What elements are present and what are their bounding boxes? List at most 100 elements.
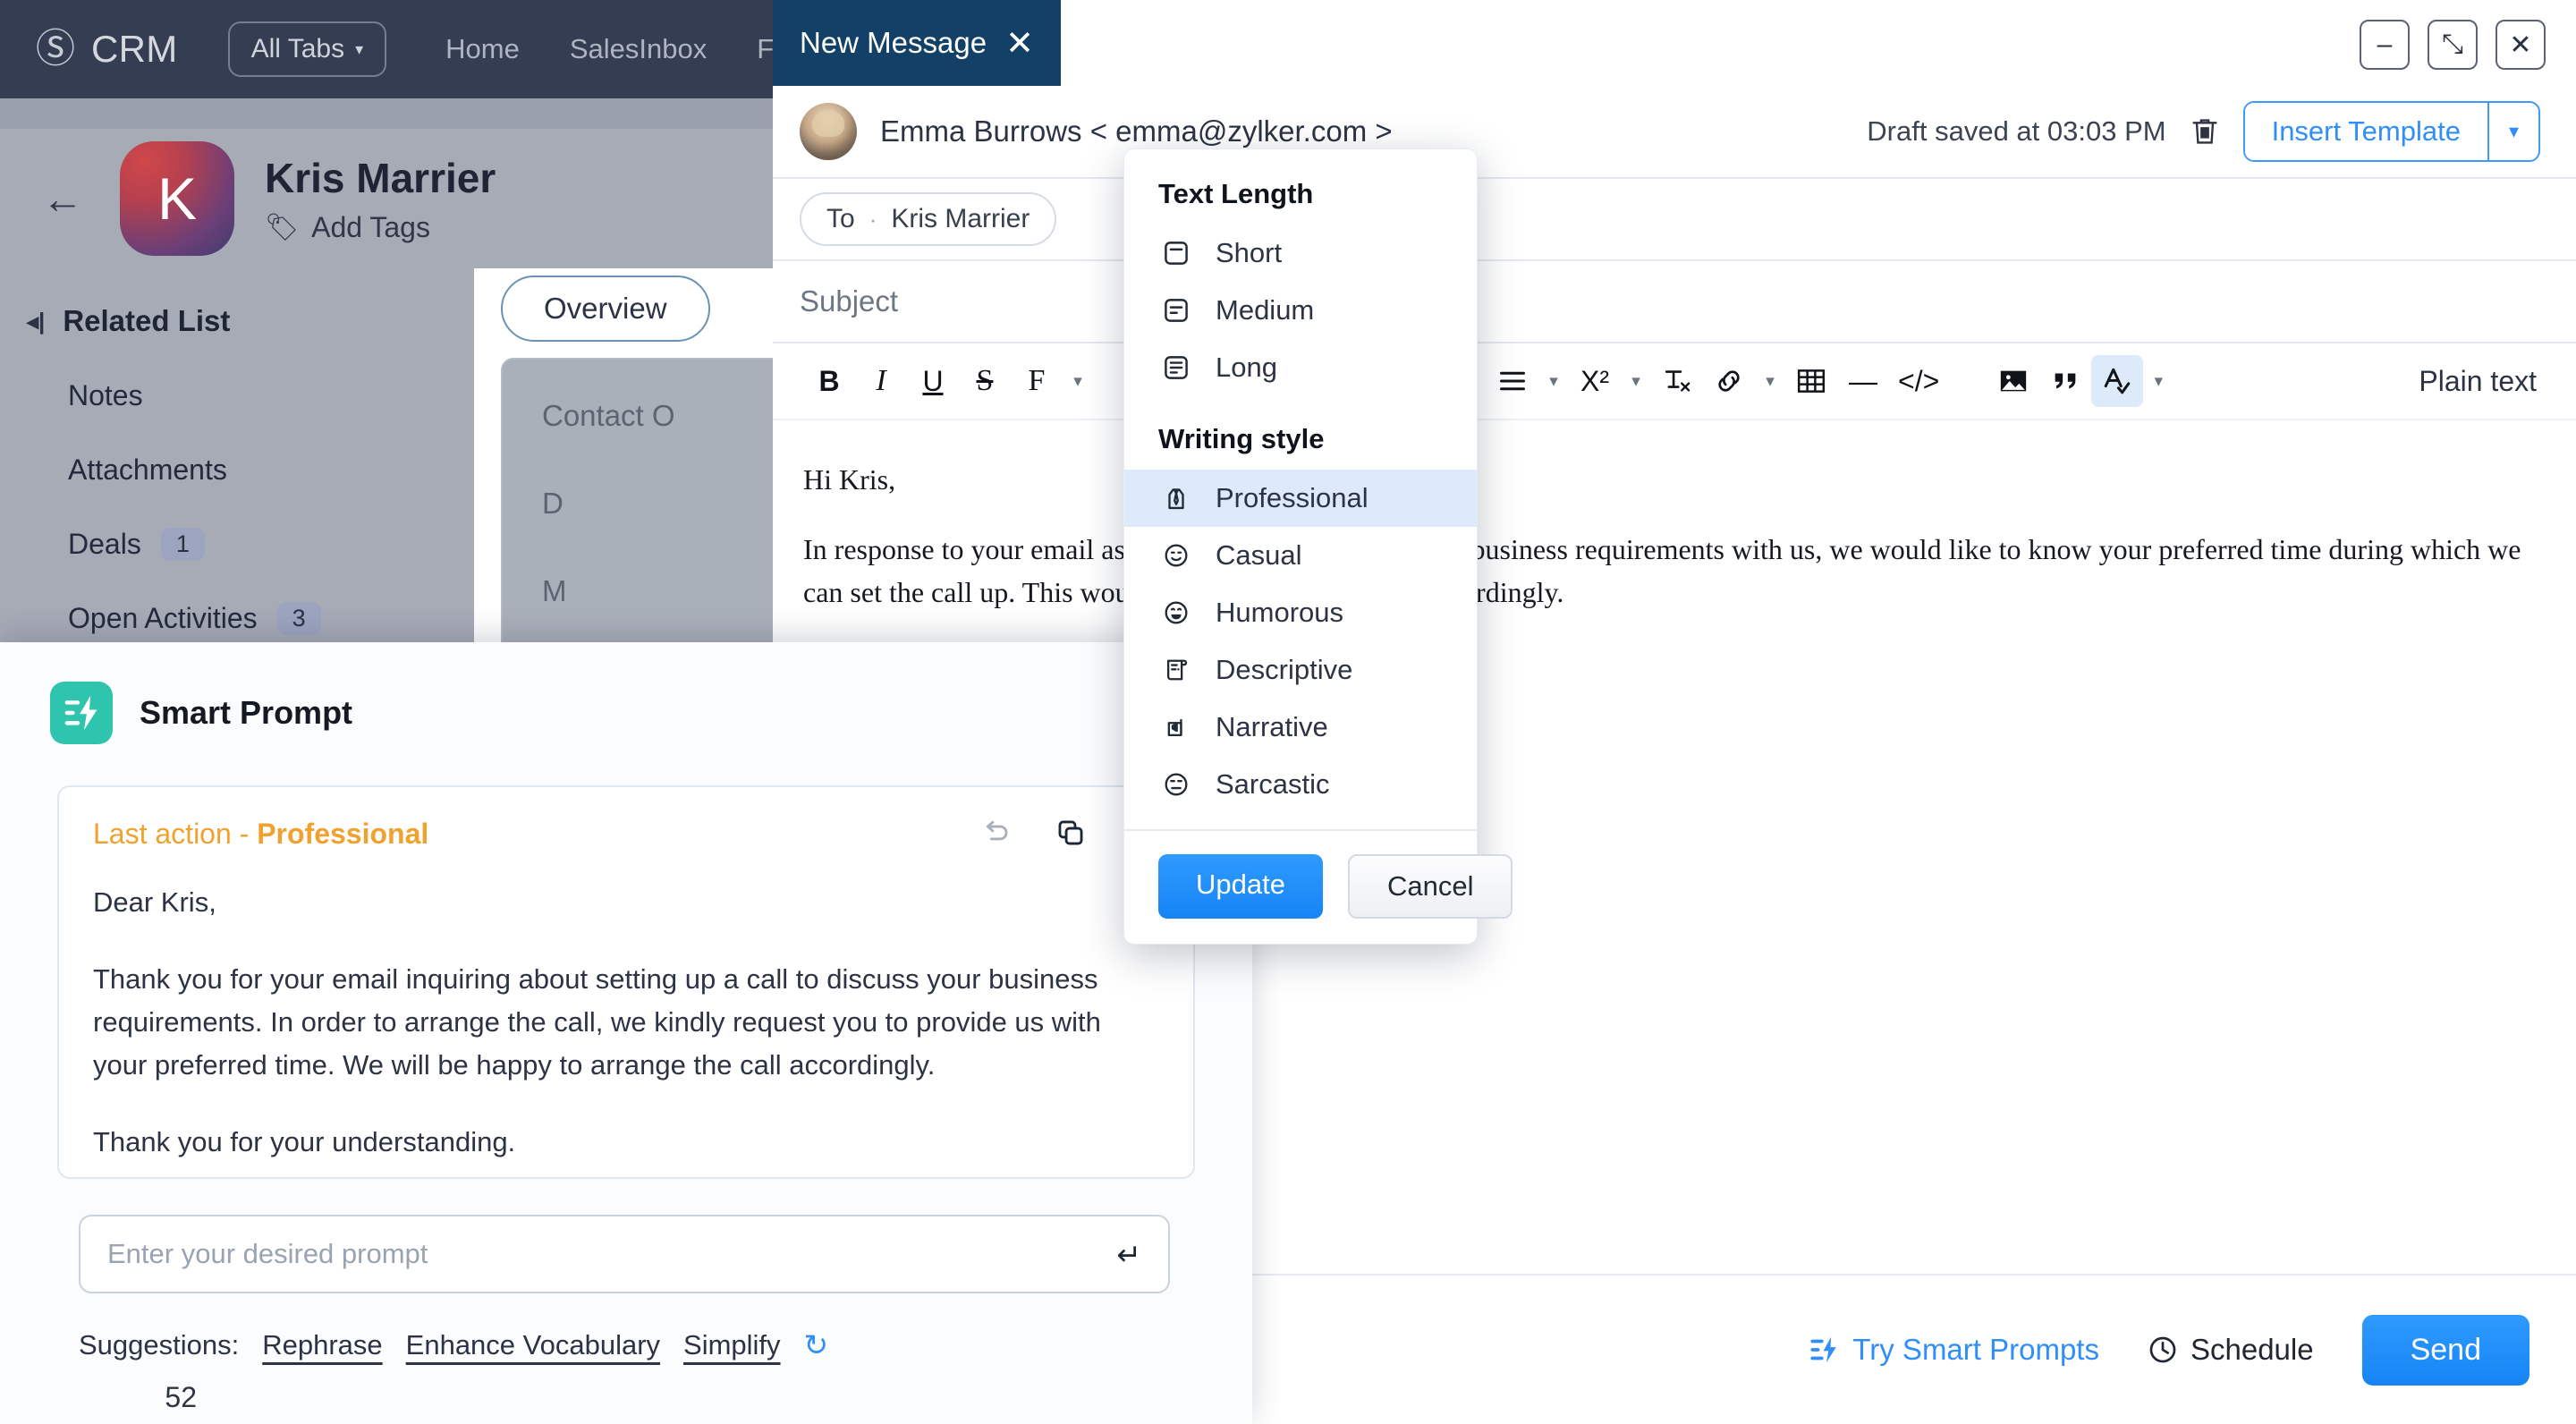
- minimize-button[interactable]: –: [2360, 20, 2410, 70]
- cancel-button[interactable]: Cancel: [1347, 854, 1513, 919]
- link-icon[interactable]: [1703, 355, 1755, 407]
- doc-medium-icon: [1158, 297, 1194, 324]
- page-title: Kris Marrier: [265, 154, 496, 201]
- clear-format-icon[interactable]: [1651, 355, 1703, 407]
- copy-icon[interactable]: [1055, 818, 1086, 848]
- megaphone-icon: [1158, 714, 1194, 741]
- record-meta: Kris Marrier 🏷 Add Tags: [265, 154, 496, 244]
- suggestion-rephrase[interactable]: Rephrase: [262, 1329, 382, 1361]
- all-tabs-dropdown[interactable]: All Tabs ▾: [227, 21, 387, 77]
- code-button[interactable]: </>: [1889, 355, 1948, 407]
- clock-icon: [2148, 1335, 2178, 1365]
- screen: Ⓢ CRM All Tabs ▾ Home SalesInbox Feeds ←…: [0, 0, 2576, 1424]
- suggestion-simplify[interactable]: Simplify: [683, 1329, 781, 1361]
- try-smart-prompts-button[interactable]: Try Smart Prompts: [1809, 1333, 2099, 1367]
- horizontal-rule-button[interactable]: —: [1837, 355, 1889, 407]
- to-recipient-chip[interactable]: To · Kris Marrier: [800, 192, 1057, 246]
- sidebar-item-attachments[interactable]: Attachments: [27, 453, 474, 487]
- prompt-placeholder: Enter your desired prompt: [107, 1238, 428, 1269]
- doc-long-icon: [1158, 354, 1194, 381]
- send-button[interactable]: Send: [2361, 1314, 2529, 1386]
- suggestions-row: Suggestions: Rephrase Enhance Vocabulary…: [79, 1327, 828, 1362]
- last-action-value: Professional: [257, 818, 429, 850]
- image-icon[interactable]: [1987, 355, 2039, 407]
- smart-prompt-input-wrap: Enter your desired prompt ↵: [79, 1215, 1170, 1293]
- menu-item-label: Casual: [1216, 539, 1302, 571]
- sender-field[interactable]: Emma Burrows < emma@zylker.com >: [880, 114, 1393, 148]
- ai-menu-footer: Update Cancel: [1124, 829, 1513, 944]
- subject-input[interactable]: Subject: [773, 261, 2576, 343]
- last-action-label: Last action - Professional: [93, 818, 428, 851]
- menu-item-sarcastic[interactable]: Sarcastic: [1124, 756, 1477, 813]
- insert-template-caret-icon[interactable]: ▾: [2487, 103, 2538, 160]
- menu-item-casual[interactable]: Casual: [1124, 527, 1477, 584]
- undo-icon[interactable]: [980, 818, 1013, 847]
- chevron-down-icon[interactable]: ▾: [1063, 355, 1093, 407]
- text-length-header: Text Length: [1158, 178, 1314, 209]
- smart-prompt-panel: Smart Prompt 52 Last action - Profession…: [0, 642, 1252, 1424]
- quote-icon[interactable]: [2039, 355, 2091, 407]
- schedule-label: Schedule: [2190, 1333, 2314, 1366]
- suggestion-enhance-vocabulary[interactable]: Enhance Vocabulary: [406, 1329, 660, 1361]
- plain-text-button[interactable]: Plain text: [2410, 355, 2546, 407]
- sidebar-item-deals[interactable]: Deals 1: [27, 528, 474, 561]
- chevron-down-icon[interactable]: ▾: [1621, 355, 1651, 407]
- menu-item-short[interactable]: Short: [1124, 225, 1477, 282]
- back-arrow-icon[interactable]: ←: [36, 174, 89, 223]
- restore-button[interactable]: ⤡: [2428, 20, 2478, 70]
- enter-icon[interactable]: ↵: [1116, 1237, 1141, 1272]
- nav-item-home[interactable]: Home: [445, 33, 520, 65]
- collapse-icon[interactable]: ◂|: [27, 308, 45, 335]
- chevron-down-icon[interactable]: ▾: [2143, 355, 2174, 407]
- smart-prompt-count: 52: [165, 1381, 197, 1413]
- doc-short-icon: [1158, 240, 1194, 267]
- subject-placeholder: Subject: [800, 284, 899, 318]
- insert-template-button[interactable]: Insert Template: [2244, 103, 2487, 160]
- trash-icon[interactable]: [2190, 115, 2220, 148]
- sender-avatar: [800, 103, 857, 160]
- close-icon[interactable]: ✕: [1005, 23, 1034, 64]
- refresh-icon[interactable]: ↻: [804, 1327, 829, 1362]
- nav-item-salesinbox[interactable]: SalesInbox: [570, 33, 707, 65]
- menu-item-label: Sarcastic: [1216, 768, 1330, 800]
- menu-item-long[interactable]: Long: [1124, 339, 1477, 396]
- suggestions-label: Suggestions:: [79, 1328, 240, 1360]
- spellcheck-icon[interactable]: [2091, 355, 2144, 407]
- menu-item-medium[interactable]: Medium: [1124, 282, 1477, 339]
- tab-overview[interactable]: Overview: [501, 275, 710, 342]
- last-action-prefix: Last action -: [93, 818, 258, 850]
- sidebar-item-notes[interactable]: Notes: [27, 379, 474, 412]
- sidebar-item-label: Attachments: [68, 453, 227, 486]
- strikethrough-button[interactable]: S: [959, 355, 1011, 407]
- menu-item-descriptive[interactable]: Descriptive: [1124, 641, 1477, 699]
- chevron-down-icon[interactable]: ▾: [1755, 355, 1785, 407]
- table-icon[interactable]: [1785, 355, 1837, 407]
- add-tags-label: Add Tags: [311, 210, 430, 243]
- menu-item-narrative[interactable]: Narrative: [1124, 699, 1477, 756]
- sidebar-item-label: Notes: [68, 379, 143, 411]
- crm-logo[interactable]: Ⓢ CRM: [36, 28, 178, 71]
- add-tags-button[interactable]: 🏷 Add Tags: [265, 211, 496, 244]
- try-smart-prompts-label: Try Smart Prompts: [1852, 1333, 2099, 1366]
- prompt-input[interactable]: Enter your desired prompt ↵: [79, 1215, 1170, 1293]
- chevron-down-icon[interactable]: ▾: [1538, 355, 1569, 407]
- close-button[interactable]: ✕: [2496, 20, 2546, 70]
- compose-tab-new-message[interactable]: New Message ✕: [773, 0, 1061, 86]
- menu-item-professional[interactable]: Professional: [1124, 470, 1477, 527]
- bold-button[interactable]: B: [803, 355, 855, 407]
- draft-status: Draft saved at 03:03 PM: [1867, 115, 2166, 147]
- align-icon[interactable]: [1487, 355, 1538, 407]
- compose-header: Emma Burrows < emma@zylker.com > Draft s…: [773, 86, 2576, 179]
- status-badge: 3: [276, 602, 321, 635]
- superscript-button[interactable]: X²: [1569, 355, 1621, 407]
- schedule-button[interactable]: Schedule: [2148, 1333, 2314, 1367]
- chevron-down-icon: ▾: [355, 39, 364, 58]
- font-button[interactable]: F: [1011, 355, 1063, 407]
- menu-item-humorous[interactable]: Humorous: [1124, 584, 1477, 641]
- smart-prompt-title: Smart Prompt: [140, 694, 353, 731]
- update-button[interactable]: Update: [1158, 854, 1323, 919]
- italic-button[interactable]: I: [855, 355, 907, 407]
- sidebar-item-open-activities[interactable]: Open Activities 3: [27, 602, 474, 635]
- all-tabs-label: All Tabs: [250, 34, 345, 64]
- underline-button[interactable]: U: [907, 355, 959, 407]
